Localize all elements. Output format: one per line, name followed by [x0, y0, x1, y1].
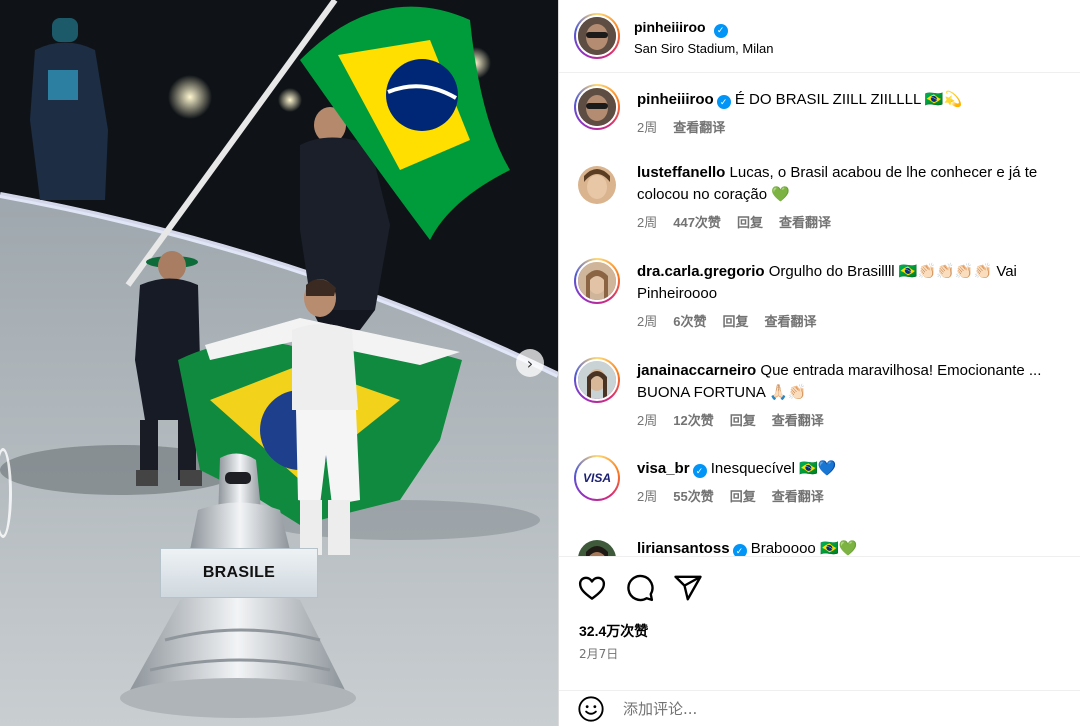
post-location[interactable]: San Siro Stadium, Milan	[634, 41, 773, 56]
reply-button[interactable]: 回复	[730, 486, 756, 508]
comment-item: VISA visa_br ✓ Inesquecível 🇧🇷💙 2周 55次赞 回…	[574, 455, 1080, 508]
avatar-image	[578, 88, 616, 126]
avatar-image	[578, 17, 616, 55]
comment-bubble-icon[interactable]	[625, 573, 655, 603]
author-avatar[interactable]	[574, 13, 620, 59]
reply-button[interactable]: 回复	[737, 212, 763, 234]
comment-item: lusteffanello Lucas, o Brasil acabou de …	[574, 162, 1080, 234]
comment-text: Braboooo 🇧🇷💚	[750, 540, 858, 556]
verified-badge-icon: ✓	[713, 23, 728, 38]
comment-item: janainaccarneiro Que entrada maravilhosa…	[574, 357, 1080, 432]
author-meta: pinheiiiroo ✓ San Siro Stadium, Milan	[634, 17, 773, 56]
comment-time[interactable]: 2周	[637, 117, 657, 139]
see-translation-button[interactable]: 查看翻译	[772, 410, 824, 432]
comment-likes[interactable]: 6次赞	[673, 311, 706, 333]
comment-text: É DO BRASIL ZIILL ZIILLLL 🇧🇷💫	[734, 91, 963, 108]
comment-input[interactable]	[623, 699, 1023, 718]
commenter-avatar[interactable]	[574, 536, 620, 556]
comment-item: dra.carla.gregorio Orgulho do Brasillll …	[574, 258, 1080, 333]
country-sign: BRASILE	[160, 548, 318, 598]
commenter-avatar[interactable]: VISA	[574, 455, 620, 501]
reply-button[interactable]: 回复	[730, 410, 756, 432]
commenter-username[interactable]: liriansantoss	[637, 540, 730, 556]
post-likes-count[interactable]: 32.4万次赞	[579, 621, 648, 641]
comment-likes[interactable]: 447次赞	[673, 212, 721, 234]
comment-likes[interactable]: 55次赞	[673, 486, 713, 508]
avatar-image	[578, 540, 616, 556]
avatar-image	[578, 361, 616, 399]
commenter-username[interactable]: janainaccarneiro	[637, 362, 756, 379]
see-translation-button[interactable]: 查看翻译	[673, 117, 725, 139]
commenter-username[interactable]: pinheiiiroo	[637, 91, 714, 108]
post-sidebar: pinheiiiroo ✓ San Siro Stadium, Milan pi…	[558, 0, 1080, 726]
emoji-smiley-icon[interactable]	[577, 695, 605, 723]
stadium-light	[168, 75, 212, 119]
ceremony-photo-illustration	[0, 0, 558, 726]
commenter-username[interactable]: lusteffanello	[637, 164, 725, 181]
post-header: pinheiiiroo ✓ San Siro Stadium, Milan	[559, 0, 1080, 73]
post-date[interactable]: 2月7日	[579, 645, 618, 662]
reply-button[interactable]: 回复	[722, 311, 748, 333]
next-image-button[interactable]: ›	[516, 349, 544, 377]
share-send-icon[interactable]	[673, 573, 703, 603]
comment-item: liriansantoss ✓ Braboooo 🇧🇷💚	[574, 536, 1080, 556]
commenter-username[interactable]: visa_br	[637, 460, 690, 477]
avatar-image	[578, 166, 616, 204]
comments-list[interactable]: pinheiiiroo ✓ É DO BRASIL ZIILL ZIILLLL 🇧…	[559, 74, 1080, 556]
verified-badge-icon: ✓	[732, 544, 747, 556]
see-translation-button[interactable]: 查看翻译	[772, 486, 824, 508]
comment-text: Inesquecível 🇧🇷💙	[710, 460, 837, 477]
commenter-avatar[interactable]	[574, 162, 620, 208]
post-actions: 32.4万次赞 2月7日	[559, 556, 1080, 692]
author-username[interactable]: pinheiiiroo	[634, 19, 706, 35]
add-comment-bar	[559, 690, 1080, 726]
comment-time[interactable]: 2周	[637, 410, 657, 432]
commenter-avatar[interactable]	[574, 84, 620, 130]
like-heart-icon[interactable]	[577, 573, 607, 603]
commenter-avatar[interactable]	[574, 258, 620, 304]
comment-time[interactable]: 2周	[637, 212, 657, 234]
comment-time[interactable]: 2周	[637, 486, 657, 508]
caption-comment: pinheiiiroo ✓ É DO BRASIL ZIILL ZIILLLL 🇧…	[574, 84, 1080, 139]
commenter-avatar[interactable]	[574, 357, 620, 403]
verified-badge-icon: ✓	[692, 464, 707, 478]
see-translation-button[interactable]: 查看翻译	[764, 311, 816, 333]
visa-logo: VISA	[582, 471, 611, 485]
post-photo: BRASILE ›	[0, 0, 558, 726]
verified-badge-icon: ✓	[716, 95, 731, 109]
see-translation-button[interactable]: 查看翻译	[779, 212, 831, 234]
comment-likes[interactable]: 12次赞	[673, 410, 713, 432]
comment-time[interactable]: 2周	[637, 311, 657, 333]
commenter-username[interactable]: dra.carla.gregorio	[637, 263, 765, 280]
chevron-right-icon: ›	[526, 353, 534, 373]
avatar-image	[578, 262, 616, 300]
